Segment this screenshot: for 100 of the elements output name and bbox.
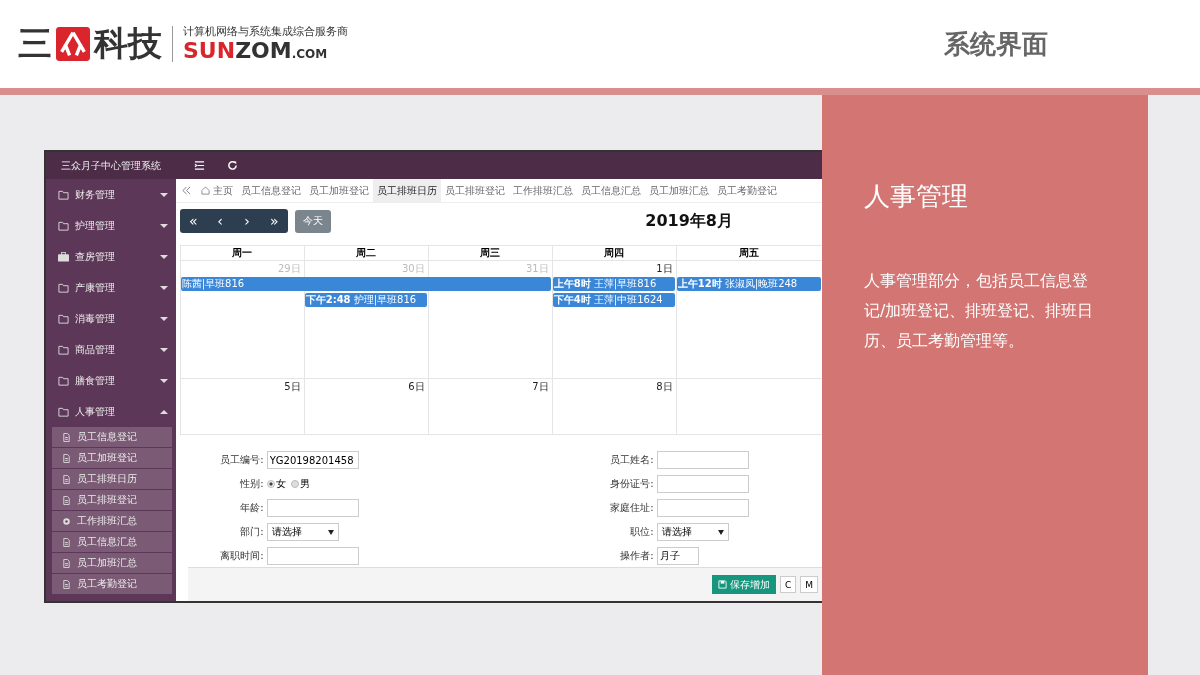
calendar-event[interactable]: 下午2:48 护理|早班816 <box>304 293 427 307</box>
select-field[interactable]: 请选择 <box>656 523 729 541</box>
field-label: 部门: <box>239 525 264 539</box>
menu-group[interactable]: 产康管理 <box>46 272 176 303</box>
tab[interactable]: 员工信息登记 <box>236 179 305 202</box>
document-icon <box>62 453 71 463</box>
briefcase-icon <box>58 251 69 262</box>
submenu-item[interactable]: 员工加班汇总 <box>52 553 172 573</box>
today-button[interactable]: 今天 <box>294 209 331 233</box>
folder-icon <box>58 375 69 386</box>
menu-group[interactable]: 商品管理 <box>46 334 176 365</box>
day-number: 1日 <box>655 262 674 276</box>
document-icon <box>62 558 71 568</box>
day-number: 7日 <box>531 380 550 394</box>
menu-group[interactable]: 消毒管理 <box>46 303 176 334</box>
double-chevron-icon[interactable] <box>181 186 191 195</box>
tab[interactable]: 员工排班日历 <box>372 179 441 202</box>
tab[interactable]: 员工加班登记 <box>304 179 373 202</box>
submenu-item[interactable]: 员工排班登记 <box>52 490 172 510</box>
small-button[interactable]: C <box>779 576 797 593</box>
day-number: 5日 <box>283 380 302 394</box>
submenu-item[interactable]: 工作排班汇总 <box>52 511 172 531</box>
caret-icon <box>159 254 168 259</box>
select-field[interactable]: 请选择 <box>266 523 339 541</box>
radio-option[interactable]: 女 <box>266 477 286 491</box>
tab[interactable]: 员工信息汇总 <box>576 179 645 202</box>
caret-icon <box>159 378 168 383</box>
tab[interactable]: 员工考勤登记 <box>712 179 781 202</box>
menu-group[interactable]: 人事管理 <box>46 396 176 427</box>
field-label: 职位: <box>629 525 654 539</box>
caret-icon <box>159 223 168 228</box>
menu-group[interactable]: 膳食管理 <box>46 365 176 396</box>
caret-icon <box>159 316 168 321</box>
tab[interactable]: 员工排班登记 <box>440 179 509 202</box>
field-label: 性别: <box>239 477 264 491</box>
tab[interactable]: 主页 <box>196 179 237 202</box>
weekday-header: 周一 <box>179 245 304 261</box>
field-label: 操作者: <box>619 549 654 563</box>
tab[interactable]: 员工加班汇总 <box>644 179 713 202</box>
nav-button[interactable]: » <box>260 209 288 233</box>
menu-group[interactable]: 查房管理 <box>46 241 176 272</box>
folder-icon <box>58 313 69 324</box>
day-number: 8日 <box>655 380 674 394</box>
submenu-item[interactable]: 员工加班登记 <box>52 448 172 468</box>
submenu-item[interactable]: 员工排班日历 <box>52 469 172 489</box>
input-field[interactable] <box>656 475 749 493</box>
menu-group[interactable]: 财务管理 <box>46 179 176 210</box>
weekday-header: 周五 <box>675 245 822 261</box>
calendar-event[interactable]: 上午12时 张淑凤|晚班248 <box>676 277 821 291</box>
gear-icon <box>62 516 71 526</box>
document-icon <box>62 495 71 505</box>
month-title: 2019年8月 <box>645 210 733 232</box>
caret-icon <box>159 192 168 197</box>
calendar-event[interactable]: 下午4时 王萍|中班1624 <box>552 293 675 307</box>
caret-icon <box>159 285 168 290</box>
caret-icon <box>159 409 168 414</box>
weekday-header: 周二 <box>303 245 428 261</box>
input-field[interactable]: 月子 <box>656 547 699 565</box>
refresh-icon[interactable] <box>226 160 238 171</box>
input-field[interactable] <box>266 547 359 565</box>
field-label: 家庭住址: <box>609 501 654 515</box>
submenu-item[interactable]: 员工信息登记 <box>52 427 172 447</box>
calendar-event[interactable]: 上午8时 王萍|早班816 <box>552 277 675 291</box>
input-field[interactable] <box>656 451 749 469</box>
folder-icon <box>58 406 69 417</box>
small-button[interactable]: M <box>800 576 818 593</box>
nav-button[interactable]: › <box>233 209 261 233</box>
day-number: 6日 <box>407 380 426 394</box>
field-label: 员工编号: <box>219 453 264 467</box>
calendar-event[interactable]: 陈茜|早班816 <box>180 277 551 291</box>
submenu-item[interactable]: 员工信息汇总 <box>52 532 172 552</box>
submenu-item[interactable]: 员工考勤登记 <box>52 574 172 594</box>
tab[interactable]: 工作排班汇总 <box>508 179 577 202</box>
nav-button[interactable]: « <box>179 209 207 233</box>
field-label: 员工姓名: <box>609 453 654 467</box>
input-field[interactable] <box>266 499 359 517</box>
menu-group[interactable]: 护理管理 <box>46 210 176 241</box>
menu-icon[interactable] <box>193 160 205 171</box>
document-icon <box>62 537 71 547</box>
weekday-header: 周三 <box>427 245 552 261</box>
caret-icon <box>159 347 168 352</box>
weekday-header: 周四 <box>551 245 676 261</box>
save-icon <box>717 580 727 589</box>
folder-icon <box>58 189 69 200</box>
field-label: 离职时间: <box>219 549 264 563</box>
folder-icon <box>58 220 69 231</box>
document-icon <box>62 474 71 484</box>
folder-icon <box>58 282 69 293</box>
slide-title: 系统界面 <box>944 27 1048 61</box>
radio-option[interactable]: 男 <box>290 477 310 491</box>
app-title: 三众月子中心管理系统 <box>46 152 176 179</box>
field-label: 年龄: <box>239 501 264 515</box>
home-icon <box>200 186 210 195</box>
nav-button[interactable]: ‹ <box>206 209 234 233</box>
input-field[interactable] <box>656 499 749 517</box>
field-label: 身份证号: <box>609 477 654 491</box>
save-button[interactable]: 保存增加 <box>711 575 776 594</box>
input-field[interactable]: YG20198201458 <box>266 451 359 469</box>
document-icon <box>62 432 71 442</box>
document-icon <box>62 579 71 589</box>
